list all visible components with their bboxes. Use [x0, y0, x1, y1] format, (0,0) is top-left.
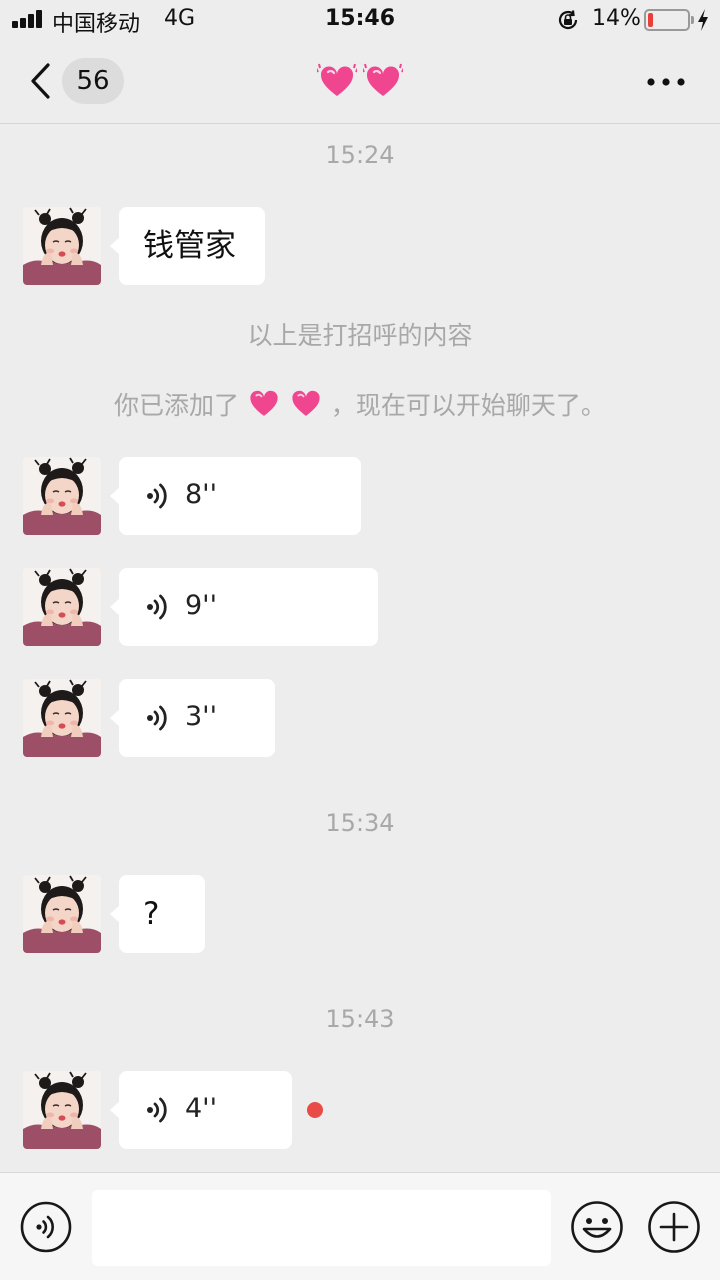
message-text: ?: [143, 896, 160, 932]
plus-icon[interactable]: [647, 1200, 701, 1254]
timestamp: 15:34: [325, 809, 395, 837]
charging-icon: [698, 9, 708, 31]
unplayed-voice-dot: [307, 1102, 323, 1118]
chat-title: [0, 62, 720, 106]
chat-header: 56: [0, 40, 720, 124]
system-message-added: 你已添加了 ，现在可以开始聊天了。: [0, 386, 720, 422]
emoji-icon[interactable]: [570, 1200, 624, 1254]
voice-duration: 4'': [185, 1093, 218, 1124]
beating-heart-emoji: [315, 63, 360, 96]
avatar[interactable]: [23, 1071, 101, 1149]
orientation-lock-icon: [558, 10, 578, 30]
timestamp: 15:43: [325, 1005, 395, 1033]
timestamp: 15:24: [325, 141, 395, 169]
voice-message-bubble[interactable]: 4'': [110, 1071, 292, 1149]
voice-duration: 9'': [185, 590, 218, 621]
status-bar: 中国移动 4G 15:46 14%: [0, 0, 720, 40]
voice-message-bubble[interactable]: 9'': [110, 568, 378, 646]
voice-message-bubble[interactable]: 3'': [110, 679, 275, 757]
text-message-bubble[interactable]: 钱管家: [110, 207, 265, 285]
battery-level-fill: [648, 13, 653, 27]
avatar[interactable]: [23, 207, 101, 285]
avatar[interactable]: [23, 875, 101, 953]
input-bar: [0, 1172, 720, 1280]
voice-wave-icon: [147, 594, 167, 620]
message-text: 钱管家: [143, 228, 236, 264]
battery-icon: [644, 9, 694, 31]
battery-percent: 14%: [592, 6, 641, 31]
voice-duration: 3'': [185, 701, 218, 732]
beating-heart-emoji: [250, 390, 278, 416]
voice-mode-icon[interactable]: [20, 1201, 72, 1253]
more-dots-icon[interactable]: [644, 70, 688, 94]
beating-heart-emoji: [360, 63, 405, 96]
voice-message-bubble[interactable]: 8'': [110, 457, 361, 535]
system-added-suffix: ，现在可以开始聊天了。: [330, 391, 606, 420]
avatar[interactable]: [23, 457, 101, 535]
voice-wave-icon: [147, 1097, 167, 1123]
system-added-prefix: 你已添加了: [114, 391, 240, 420]
voice-duration: 8'': [185, 479, 218, 510]
voice-wave-icon: [147, 483, 167, 509]
system-message: 以上是打招呼的内容: [247, 321, 473, 350]
avatar[interactable]: [23, 568, 101, 646]
beating-heart-emoji: [292, 390, 320, 416]
text-message-bubble[interactable]: ?: [110, 875, 205, 953]
avatar[interactable]: [23, 679, 101, 757]
voice-wave-icon: [147, 705, 167, 731]
message-input[interactable]: [92, 1190, 551, 1266]
